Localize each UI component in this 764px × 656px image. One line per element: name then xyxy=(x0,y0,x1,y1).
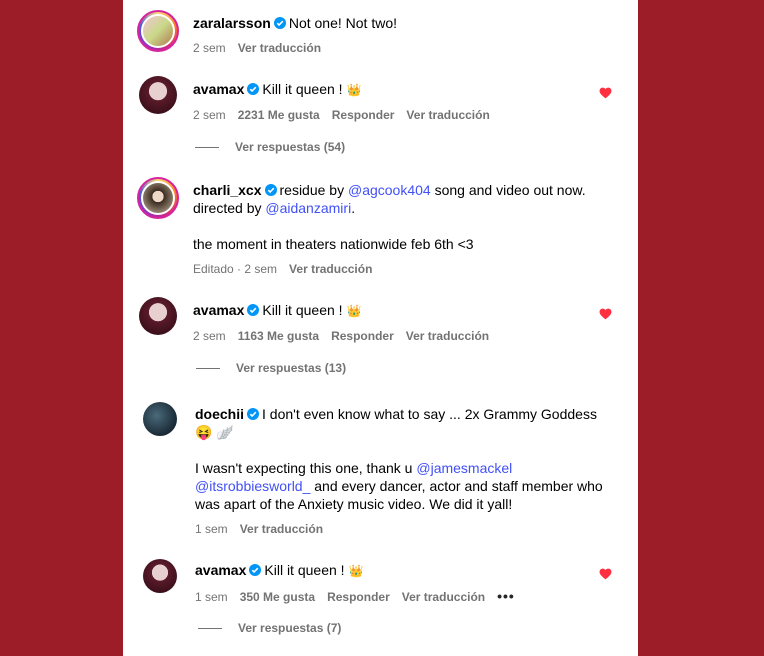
translate-link[interactable]: Ver traducción xyxy=(289,262,372,276)
heart-icon[interactable] xyxy=(599,568,612,580)
view-replies-label: Ver respuestas (7) xyxy=(238,621,342,635)
divider-line xyxy=(195,147,219,149)
avatar[interactable] xyxy=(139,297,177,335)
divider-line xyxy=(198,628,222,630)
verified-badge-icon xyxy=(247,83,260,95)
comment-time: 1 sem xyxy=(195,522,228,536)
username[interactable]: avamax xyxy=(193,81,244,97)
comment-text: residue by xyxy=(279,182,348,198)
crown-emoji: 👑 xyxy=(346,83,362,97)
comment-text: Not one! Not two! xyxy=(288,15,397,31)
crown-emoji: 👑 xyxy=(346,304,362,318)
verified-badge-icon xyxy=(264,184,277,196)
avatar[interactable] xyxy=(137,10,179,52)
translate-link[interactable]: Ver traducción xyxy=(240,522,323,536)
comment-text: Kill it queen ! xyxy=(264,562,349,578)
emoji-line: 😝 🪽 xyxy=(195,424,234,440)
translate-link[interactable]: Ver traducción xyxy=(406,329,489,343)
mention-link[interactable]: @agcook404 xyxy=(348,182,431,198)
comments-panel: zaralarsson Not one! Not two! 2 sem Ver tr… xyxy=(123,0,638,656)
translate-link[interactable]: Ver traducción xyxy=(238,41,321,55)
divider-line xyxy=(196,368,220,370)
view-replies-button[interactable]: Ver respuestas (7) xyxy=(198,621,341,635)
mention-link[interactable]: @aidanzamiri xyxy=(265,200,351,216)
comment-time: 1 sem xyxy=(195,590,228,604)
username[interactable]: zaralarsson xyxy=(193,15,271,31)
mention-link[interactable]: @itsrobbiesworld_ xyxy=(195,478,310,494)
view-replies-label: Ver respuestas (13) xyxy=(236,361,347,375)
more-options-icon[interactable]: ••• xyxy=(497,588,515,604)
verified-badge-icon xyxy=(273,17,286,29)
comment-time: 2 sem xyxy=(193,108,226,122)
translate-link[interactable]: Ver traducción xyxy=(406,108,489,122)
view-replies-label: Ver respuestas (54) xyxy=(235,140,346,154)
comment-text: I wasn't expecting this one, thank u xyxy=(195,460,417,476)
likes-count[interactable]: 2231 Me gusta xyxy=(238,108,320,122)
avatar[interactable] xyxy=(139,76,177,114)
crown-emoji: 👑 xyxy=(348,564,364,578)
comment-text: I don't even know what to say ... 2x Gra… xyxy=(262,406,597,422)
comment-text: . xyxy=(351,200,356,216)
reply-button[interactable]: Responder xyxy=(332,108,395,122)
reply-button[interactable]: Responder xyxy=(331,329,394,343)
likes-count[interactable]: 350 Me gusta xyxy=(240,590,315,604)
view-replies-button[interactable]: Ver respuestas (54) xyxy=(195,140,345,154)
username[interactable]: doechii xyxy=(195,406,244,422)
verified-badge-icon xyxy=(249,564,262,576)
heart-icon[interactable] xyxy=(599,308,612,320)
comment-text: the moment in theaters nationwide feb 6t… xyxy=(193,236,474,252)
avatar[interactable] xyxy=(143,559,177,593)
verified-badge-icon xyxy=(247,408,260,420)
reply-button[interactable]: Responder xyxy=(327,590,390,604)
comment-text: Kill it queen ! xyxy=(262,81,347,97)
comment-time: Editado · 2 sem xyxy=(193,262,278,276)
avatar[interactable] xyxy=(137,177,179,219)
verified-badge-icon xyxy=(247,304,260,316)
translate-link[interactable]: Ver traducción xyxy=(402,590,485,604)
avatar[interactable] xyxy=(143,402,177,436)
likes-count[interactable]: 1163 Me gusta xyxy=(238,329,319,343)
comment-time: 2 sem xyxy=(193,329,226,343)
comment-text: Kill it queen ! xyxy=(262,302,347,318)
username[interactable]: charli_xcx xyxy=(193,182,262,198)
username[interactable]: avamax xyxy=(195,562,246,578)
heart-icon[interactable] xyxy=(599,87,612,99)
view-replies-button[interactable]: Ver respuestas (13) xyxy=(196,361,346,375)
comment-time: 2 sem xyxy=(193,41,226,55)
mention-link[interactable]: @jamesmackel xyxy=(416,460,512,476)
username[interactable]: avamax xyxy=(193,302,244,318)
